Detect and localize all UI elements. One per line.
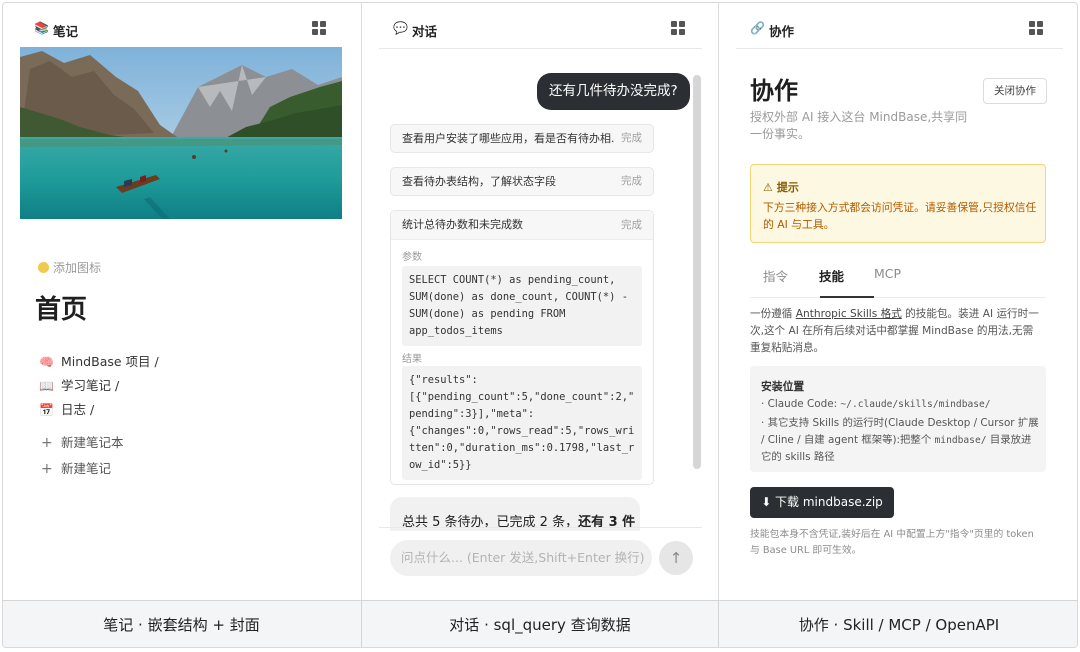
- page-title: 首页: [35, 295, 88, 325]
- add-icon-label: 添加图标: [53, 261, 102, 275]
- tool-step-title: 查看用户安装了哪些应用，看是否有待办相...: [402, 132, 614, 145]
- collab-header-title: 协作: [769, 24, 795, 39]
- cover-image[interactable]: [20, 47, 342, 219]
- layout-grid-icon[interactable]: [312, 21, 326, 35]
- install-line-claude-code: · Claude Code: ~/.claude/skills/mindbase…: [761, 396, 1041, 413]
- params-code: SELECT COUNT(*) as pending_count, SUM(do…: [402, 266, 642, 346]
- caption-bar: 笔记 · 嵌套结构 + 封面 对话 · sql_query 查询数据 协作 · …: [3, 600, 1077, 647]
- new-notebook-button[interactable]: + 新建笔记本: [41, 432, 124, 451]
- brain-icon: 🧠: [39, 355, 54, 369]
- new-note-label: 新建笔记: [61, 461, 112, 476]
- collab-description: 授权外部 AI 接入这台 MindBase,共享同一份事实。: [750, 110, 968, 141]
- book-icon: 📚: [34, 21, 49, 35]
- install-location-box: 安装位置 · Claude Code: ~/.claude/skills/min…: [750, 366, 1046, 472]
- notebook-item-label: MindBase 项目 /: [61, 354, 159, 369]
- tip-box: ⚠ 提示 下方三种接入方式都会访问凭证。请妥善保管,只授权信任的 AI 与工具。: [750, 164, 1046, 243]
- assistant-message-bubble: 总共 5 条待办，已完成 2 条，还有 3 件: [390, 497, 640, 531]
- collab-title: 协作: [750, 77, 798, 105]
- chat-header: 💬 对话: [362, 3, 718, 49]
- notebook-item-study[interactable]: 📖 学习笔记 /: [39, 375, 119, 394]
- screenshot-frame: 📚 笔记 添加图标 首页 🧠 MindBase 项目 / 📖 学习笔记 / 📅 …: [2, 2, 1078, 648]
- chat-scrollbar[interactable]: [693, 75, 701, 469]
- skill-desc-pre: 一份遵循: [750, 308, 796, 320]
- tool-step[interactable]: 查看待办表结构，了解状态字段 完成: [390, 167, 654, 196]
- download-button[interactable]: ⬇ 下载 mindbase.zip: [750, 487, 894, 518]
- tool-step-header[interactable]: 统计总待办数和未完成数 完成: [391, 211, 653, 240]
- tab-skills[interactable]: 技能: [819, 266, 844, 285]
- anthropic-skills-link[interactable]: Anthropic Skills 格式: [796, 308, 902, 320]
- tab-mcp[interactable]: MCP: [874, 266, 901, 281]
- smiley-icon: [38, 262, 49, 273]
- plus-icon: +: [41, 435, 53, 451]
- collab-panel: 🔗 协作 协作 关闭协作 授权外部 AI 接入这台 MindBase,共享同一份…: [718, 3, 1077, 600]
- notebook-item-label: 学习笔记 /: [61, 378, 120, 393]
- chat-header-title: 对话: [412, 24, 438, 39]
- caption-notes: 笔记 · 嵌套结构 + 封面: [103, 616, 260, 634]
- install-location-title: 安装位置: [761, 380, 805, 393]
- notes-panel: 📚 笔记 添加图标 首页 🧠 MindBase 项目 / 📖 学习笔记 / 📅 …: [3, 3, 360, 600]
- skill-description: 一份遵循 Anthropic Skills 格式 的技能包。装进 AI 运行时一…: [750, 306, 1042, 357]
- tip-title-row: ⚠ 提示: [763, 179, 799, 195]
- chat-bubble-icon: 💬: [393, 21, 408, 35]
- send-button[interactable]: ↑: [659, 541, 693, 575]
- new-notebook-label: 新建笔记本: [61, 435, 124, 450]
- link-icon: 🔗: [750, 21, 765, 35]
- tool-step-title: 统计总待办数和未完成数: [402, 218, 523, 231]
- mountain-lake-illustration: [20, 47, 342, 219]
- tool-step-status: 完成: [621, 219, 642, 231]
- chat-input[interactable]: 问点什么... (Enter 发送,Shift+Enter 换行): [390, 540, 652, 576]
- collab-header: 🔗 协作: [719, 3, 1077, 49]
- caption-collab: 协作 · Skill / MCP / OpenAPI: [718, 601, 1077, 647]
- tool-step-status: 完成: [621, 175, 642, 187]
- input-divider: [379, 527, 702, 528]
- open-book-icon: 📖: [39, 379, 54, 393]
- result-label: 结果: [402, 354, 422, 365]
- caption-chat: 对话 · sql_query 查询数据: [361, 601, 718, 647]
- params-label: 参数: [402, 252, 422, 263]
- tip-body: 下方三种接入方式都会访问凭证。请妥善保管,只授权信任的 AI 与工具。: [763, 201, 1037, 231]
- install-line-other: · 其它支持 Skills 的运行时(Claude Desktop / Curs…: [761, 415, 1041, 466]
- tip-title: 提示: [776, 181, 799, 194]
- install-path: ~/.claude/skills/mindbase/: [840, 399, 991, 410]
- chat-panel: 💬 对话 还有几件待办没完成? 查看用户安装了哪些应用，看是否有待办相... 完…: [361, 3, 718, 600]
- tool-step[interactable]: 查看用户安装了哪些应用，看是否有待办相... 完成: [390, 124, 654, 153]
- notebook-item-mindbase[interactable]: 🧠 MindBase 项目 /: [39, 351, 159, 370]
- new-note-button[interactable]: + 新建笔记: [41, 458, 111, 477]
- header-divider: [736, 48, 1063, 49]
- add-page-icon-button[interactable]: 添加图标: [38, 259, 101, 276]
- header-divider: [379, 48, 702, 49]
- notebook-item-label: 日志 /: [61, 402, 95, 417]
- tool-step-status: 完成: [621, 132, 642, 144]
- active-tab-indicator: [820, 296, 874, 298]
- tool-step-expanded[interactable]: 统计总待办数和未完成数 完成 参数 SELECT COUNT(*) as pen…: [390, 210, 654, 485]
- install-line-label: · Claude Code:: [761, 398, 841, 410]
- notes-header-title: 笔记: [53, 24, 79, 39]
- layout-grid-icon[interactable]: [671, 21, 685, 35]
- tabs-divider: [750, 297, 1046, 298]
- arrow-up-icon: ↑: [669, 549, 683, 567]
- close-collab-button[interactable]: 关闭协作: [983, 78, 1047, 104]
- user-message-bubble: 还有几件待办没完成?: [537, 73, 690, 110]
- layout-grid-icon[interactable]: [1029, 21, 1043, 35]
- result-code: {"results": [{"pending_count":5,"done_co…: [402, 366, 642, 480]
- tool-step-title: 查看待办表结构，了解状态字段: [402, 175, 556, 188]
- skill-footnote: 技能包本身不含凭证,装好后在 AI 中配置上方"指令"页里的 token 与 B…: [750, 529, 1034, 556]
- warning-icon: ⚠: [763, 181, 773, 194]
- install-path: mindbase/: [934, 435, 987, 446]
- calendar-icon: 📅: [39, 403, 54, 417]
- notebook-item-journal[interactable]: 📅 日志 /: [39, 399, 94, 418]
- tab-instructions[interactable]: 指令: [763, 266, 788, 285]
- notes-header: 📚 笔记: [3, 3, 360, 49]
- plus-icon: +: [41, 461, 53, 477]
